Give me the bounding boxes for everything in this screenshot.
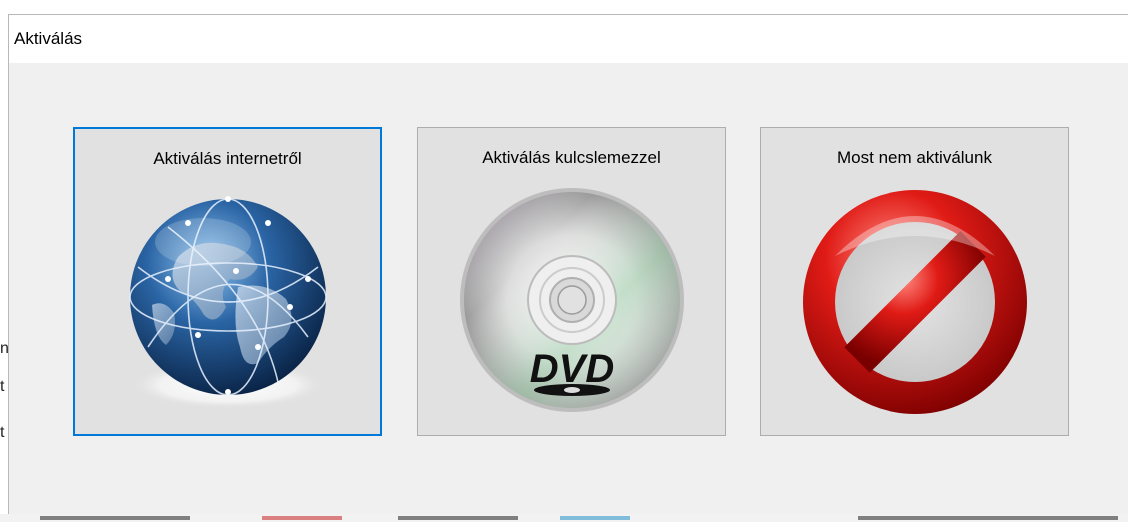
background-text-fragment: t (0, 424, 5, 441)
skip-activation-label: Most nem aktiválunk (837, 148, 992, 167)
title-bar[interactable]: Aktiválás (9, 15, 1128, 63)
window-title: Aktiválás (14, 29, 83, 48)
activate-keydisk-label: Aktiválás kulcslemezzel (482, 148, 661, 167)
skip-activation-button[interactable]: Most nem aktiválunk (760, 127, 1069, 436)
background-bottom-strip (0, 514, 1128, 522)
activation-dialog: Aktiválás Aktiválás internetről Aktiválá… (8, 14, 1128, 514)
prohibited-icon (802, 190, 1027, 414)
activate-online-button[interactable]: Aktiválás internetről (73, 127, 382, 436)
activate-keydisk-button[interactable]: Aktiválás kulcslemezzel DVD (417, 127, 726, 436)
globe-icon (128, 196, 327, 409)
background-text-fragment: t (0, 378, 5, 395)
activate-online-label: Aktiválás internetről (153, 149, 302, 168)
dvd-disc-icon: DVD (459, 188, 684, 412)
